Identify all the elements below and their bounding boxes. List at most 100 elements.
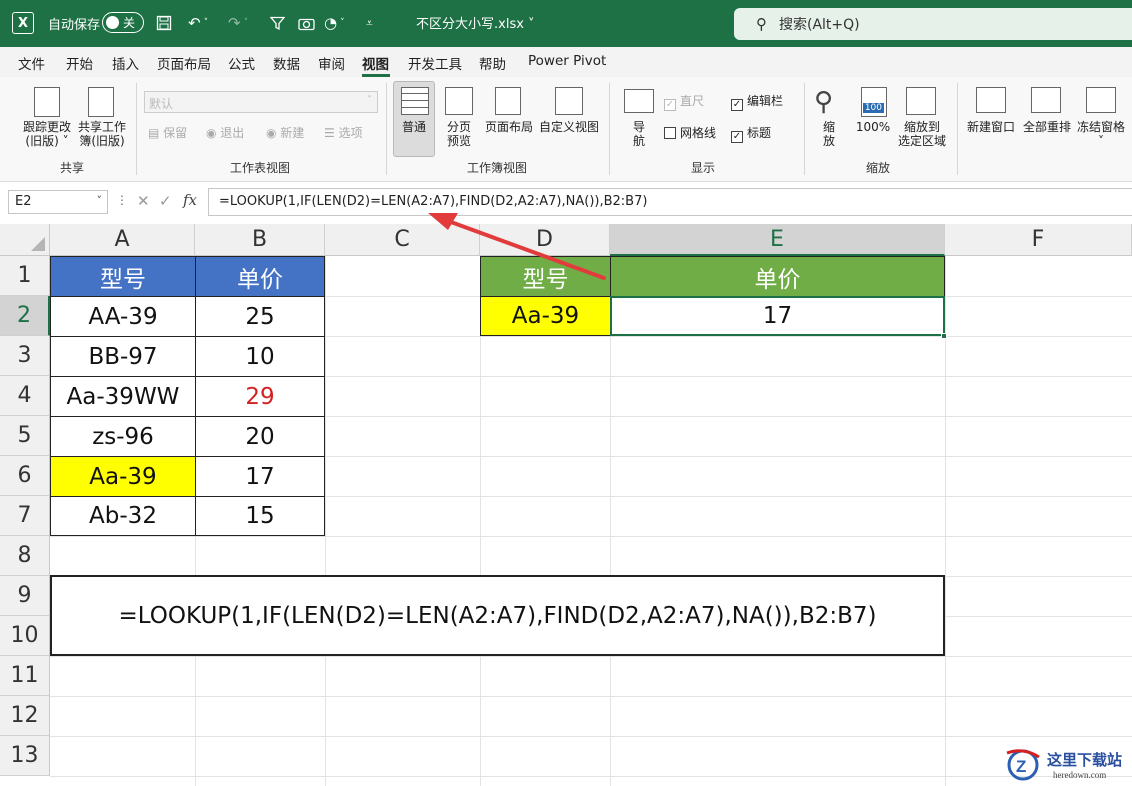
tab-data[interactable]: 数据	[273, 53, 300, 73]
search-placeholder: 搜索(Alt+Q)	[779, 17, 860, 33]
ruler-checkbox[interactable]: ✓ 直尺	[664, 94, 704, 111]
table1-price-cell[interactable]: 15	[195, 496, 325, 536]
track-changes-button[interactable]: 跟踪更改 (旧版) ˅	[18, 120, 76, 148]
custom-views-button[interactable]: 自定义视图	[537, 120, 601, 134]
new-window-button[interactable]: 新建窗口	[964, 120, 1018, 134]
row-header-13[interactable]: 13	[0, 736, 50, 776]
row-header-7[interactable]: 7	[0, 496, 50, 536]
search-input[interactable]: ⚲ 搜索(Alt+Q)	[734, 8, 1132, 40]
zoom-to-selection-icon	[906, 87, 936, 115]
navigation-button[interactable]: 导 航	[628, 120, 650, 148]
tab-file[interactable]: 文件	[18, 53, 45, 73]
row-header-6[interactable]: 6	[0, 456, 50, 496]
chevron-down-icon[interactable]: ˅	[97, 194, 103, 207]
zoom-button[interactable]: 缩 放	[818, 120, 840, 148]
redo-icon[interactable]: ↷ ˅	[228, 12, 248, 34]
row-header-11[interactable]: 11	[0, 656, 50, 696]
cancel-icon[interactable]: ✕	[137, 192, 150, 210]
table1-price-cell[interactable]: 17	[195, 456, 325, 497]
formula-input[interactable]: =LOOKUP(1,IF(LEN(D2)=LEN(A2:A7),FIND(D2,…	[208, 188, 1132, 216]
freeze-panes-button[interactable]: 冻结窗格 ˅	[1074, 120, 1128, 148]
insert-function-icon[interactable]: fx	[183, 191, 197, 209]
column-header-f[interactable]: F	[945, 224, 1132, 256]
result-price-cell[interactable]: 17	[610, 296, 945, 336]
formula-bar-checkbox[interactable]: ✓ 编辑栏	[731, 94, 783, 111]
column-header-c[interactable]: C	[325, 224, 480, 256]
ribbon-separator	[957, 83, 958, 175]
options-button[interactable]: ☰ 选项	[324, 126, 363, 140]
row-header-2[interactable]: 2	[0, 296, 50, 336]
row-header-8[interactable]: 8	[0, 536, 50, 576]
zoom-to-selection-button[interactable]: 缩放到 选定区域	[894, 120, 950, 148]
zoom-group-label: 缩放	[866, 161, 891, 175]
formula-display-box[interactable]: =LOOKUP(1,IF(LEN(D2)=LEN(A2:A7),FIND(D2,…	[50, 575, 945, 656]
search-icon: ⚲	[756, 15, 767, 33]
lookup-model-cell[interactable]: Aa-39	[480, 296, 611, 336]
select-all-corner[interactable]	[0, 224, 50, 256]
table1-price-cell[interactable]: 10	[195, 336, 325, 377]
undo-icon[interactable]: ↶ ˅	[188, 12, 208, 34]
table1-price-cell[interactable]: 29	[195, 376, 325, 417]
gridlines-checkbox[interactable]: 网格线	[664, 126, 716, 140]
row-header-4[interactable]: 4	[0, 376, 50, 416]
column-header-b[interactable]: B	[195, 224, 325, 256]
exit-button[interactable]: ◉ 退出	[206, 126, 244, 140]
tab-view[interactable]: 视图	[362, 53, 389, 73]
enter-icon[interactable]: ✓	[159, 192, 172, 210]
camera-icon[interactable]	[298, 12, 315, 34]
more-options-icon[interactable]: ⋮	[116, 193, 128, 207]
tab-review[interactable]: 审阅	[318, 53, 345, 73]
row-header-12[interactable]: 12	[0, 696, 50, 736]
row-header-3[interactable]: 3	[0, 336, 50, 376]
column-header-d[interactable]: D	[480, 224, 610, 256]
ribbon-separator	[804, 83, 805, 175]
arrange-all-button[interactable]: 全部重排	[1020, 120, 1074, 134]
page-break-preview-button[interactable]: 分页 预览	[442, 120, 476, 148]
row-header-5[interactable]: 5	[0, 416, 50, 456]
name-box[interactable]: E2 ˅	[8, 190, 108, 214]
new-sheet-view-button[interactable]: ◉ 新建	[266, 126, 304, 140]
chart-icon[interactable]: ◔ ˅	[324, 12, 345, 34]
file-name[interactable]: 不区分大小写.xlsx ˅	[416, 13, 535, 32]
table1-header-model[interactable]: 型号	[50, 256, 196, 297]
keep-icon: ▤	[148, 126, 164, 140]
table1-model-cell[interactable]: zs-96	[50, 416, 196, 457]
headings-checkbox[interactable]: ✓ 标题	[731, 126, 771, 143]
tab-power-pivot[interactable]: Power Pivot	[528, 53, 606, 69]
table1-model-cell[interactable]: Ab-32	[50, 496, 196, 536]
save-icon[interactable]	[156, 12, 172, 34]
keep-button[interactable]: ▤ 保留	[148, 126, 187, 140]
filter-icon[interactable]	[270, 12, 285, 34]
table1-model-cell[interactable]: AA-39	[50, 296, 196, 337]
autosave-toggle[interactable]: 关	[102, 12, 144, 33]
tab-home[interactable]: 开始	[66, 53, 93, 73]
tab-page-layout[interactable]: 页面布局	[157, 53, 211, 73]
tab-formulas[interactable]: 公式	[228, 53, 255, 73]
column-header-e[interactable]: E	[610, 224, 945, 256]
row-header-1[interactable]: 1	[0, 256, 50, 296]
table1-model-cell[interactable]: Aa-39	[50, 456, 196, 497]
select-all-triangle-icon	[31, 237, 45, 251]
table2-header-model[interactable]: 型号	[480, 256, 611, 297]
table1-model-cell[interactable]: BB-97	[50, 336, 196, 377]
customize-qat-icon[interactable]: ⩡	[366, 12, 373, 34]
page-layout-button[interactable]: 页面布局	[482, 120, 536, 134]
table1-header-price[interactable]: 单价	[195, 256, 325, 297]
tab-insert[interactable]: 插入	[112, 53, 139, 73]
gridline	[50, 536, 1132, 537]
table1-price-cell[interactable]: 20	[195, 416, 325, 457]
row-header-10[interactable]: 10	[0, 616, 50, 656]
row-header-9[interactable]: 9	[0, 576, 50, 616]
table1-price-cell[interactable]: 25	[195, 296, 325, 337]
tab-developer[interactable]: 开发工具	[408, 53, 462, 73]
share-workbook-button[interactable]: 共享工作 簿(旧版)	[74, 120, 130, 148]
table2-header-price[interactable]: 单价	[610, 256, 945, 297]
svg-text:Z: Z	[1016, 757, 1026, 776]
table1-model-cell[interactable]: Aa-39WW	[50, 376, 196, 417]
fill-handle[interactable]	[941, 333, 947, 339]
title-bar: X 自动保存 关 ↶ ˅ ↷ ˅ ◔ ˅ ⩡ 不区分大小写.xlsx ˅ ⚲ 搜索(A…	[0, 0, 1132, 47]
tab-help[interactable]: 帮助	[479, 53, 506, 73]
column-header-a[interactable]: A	[50, 224, 195, 256]
hundred-percent-button[interactable]: 100%	[854, 120, 892, 134]
sheet-view-dropdown[interactable]: 默认 ˅	[144, 91, 378, 113]
